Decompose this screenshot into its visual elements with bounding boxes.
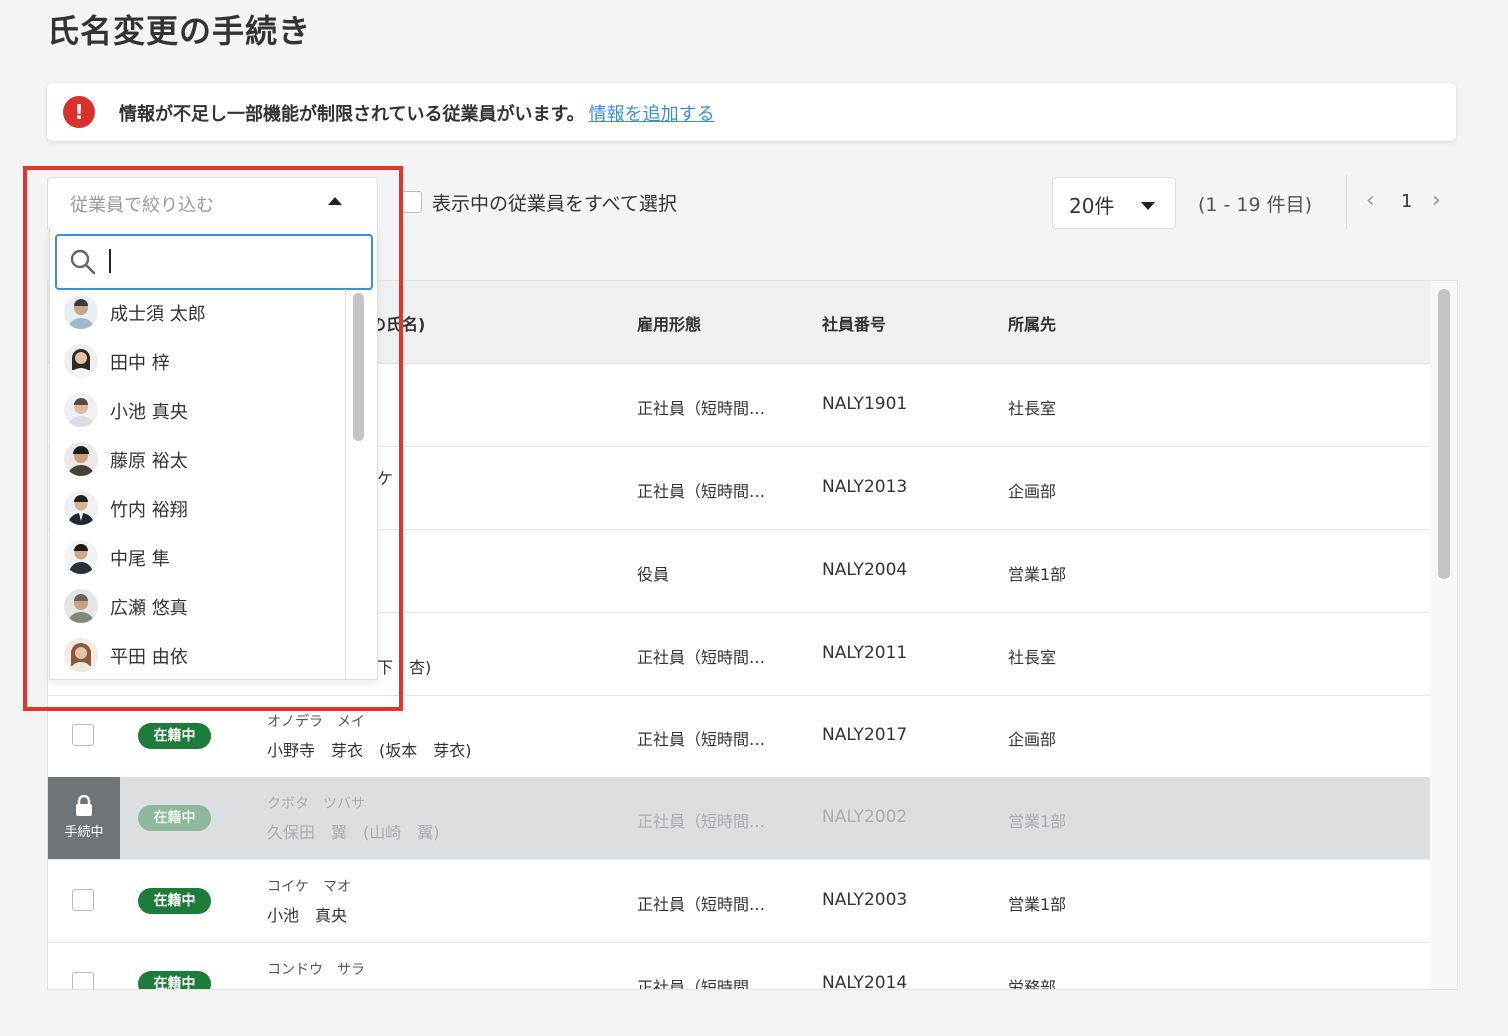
department: 企画部: [1008, 482, 1057, 501]
employee-id: NALY2013: [822, 477, 908, 497]
add-info-link[interactable]: 情報を追加する: [589, 104, 715, 125]
employee-kana: オノデラ メイ: [267, 714, 365, 730]
header-employment[interactable]: 雇用形態: [637, 311, 701, 335]
employee-id: NALY2002: [822, 807, 908, 827]
department: 営業1部: [1008, 565, 1067, 584]
department: 企画部: [1008, 730, 1057, 749]
employee-id: NALY1901: [822, 394, 908, 414]
caret-down-icon: [1141, 202, 1155, 210]
department: 社長室: [1008, 648, 1057, 667]
highlight-box: [23, 166, 403, 711]
row-checkbox[interactable]: [72, 889, 94, 911]
lock-label: 手続中: [64, 825, 104, 840]
status-badge: 在籍中: [138, 805, 211, 831]
employee-name[interactable]: 久保田 翼 (山崎 翼): [267, 819, 440, 843]
employee-id: NALY2017: [822, 725, 908, 745]
select-all-checkbox[interactable]: [400, 191, 422, 213]
pager-divider: [1346, 175, 1347, 229]
table-row-locked[interactable]: 手続中 在籍中 クボタ ツバサ 久保田 翼 (山崎 翼) 正社員（短時間… NA…: [48, 777, 1430, 860]
table-row[interactable]: 在籍中 コイケ マオ 小池 真央 正社員（短時間… NALY2003 営業1部: [48, 860, 1430, 943]
employee-kana: コンドウ サラ: [267, 962, 365, 978]
header-employee-id[interactable]: 社員番号: [822, 311, 886, 335]
employment-type: 正社員（短時間…: [637, 978, 766, 990]
select-all-label[interactable]: 表示中の従業員をすべて選択: [432, 189, 677, 216]
department: 社長室: [1008, 399, 1057, 418]
lock-cell: 手続中: [48, 777, 120, 859]
employment-type: 正社員（短時間…: [637, 730, 766, 749]
department: 労務部: [1008, 978, 1057, 990]
per-page-value: 20件: [1069, 194, 1115, 218]
page-title: 氏名変更の手続き: [47, 12, 312, 50]
table-scrollbar-thumb[interactable]: [1438, 289, 1450, 579]
employee-name[interactable]: 小池 真央: [267, 902, 347, 926]
employment-type: 正社員（短時間…: [637, 399, 766, 418]
status-badge: 在籍中: [138, 971, 211, 989]
table-row[interactable]: 在籍中 コンドウ サラ 正社員（短時間… NALY2014 労務部: [48, 943, 1430, 990]
chevron-left-icon[interactable]: ‹: [1366, 188, 1375, 213]
employment-type: 正社員（短時間…: [637, 482, 766, 501]
employee-id: NALY2011: [822, 643, 908, 663]
employment-type: 正社員（短時間…: [637, 895, 766, 914]
department: 営業1部: [1008, 895, 1067, 914]
employment-type: 役員: [637, 565, 670, 584]
employee-id: NALY2003: [822, 890, 908, 910]
row-checkbox[interactable]: [72, 972, 94, 989]
alert-message: 情報が不足し一部機能が制限されている従業員がいます。 情報を追加する: [119, 100, 715, 126]
status-badge: 在籍中: [138, 888, 211, 914]
employee-id: NALY2004: [822, 560, 908, 580]
status-badge: 在籍中: [138, 723, 211, 749]
employee-id: NALY2014: [822, 973, 908, 990]
employee-kana: コイケ マオ: [267, 879, 351, 895]
chevron-right-icon[interactable]: ›: [1432, 188, 1441, 213]
per-page-select[interactable]: 20件: [1052, 177, 1176, 229]
employee-kana: クボタ ツバサ: [267, 796, 365, 812]
header-department[interactable]: 所属先: [1008, 311, 1056, 335]
exclamation-icon: !: [63, 96, 95, 128]
department: 営業1部: [1008, 812, 1067, 831]
alert-banner: ! 情報が不足し一部機能が制限されている従業員がいます。 情報を追加する: [47, 83, 1456, 141]
employment-type: 正社員（短時間…: [637, 648, 766, 667]
lock-icon: [76, 795, 92, 816]
employee-name[interactable]: 小野寺 芽衣 (坂本 芽衣): [267, 737, 472, 761]
row-checkbox[interactable]: [72, 724, 94, 746]
employment-type: 正社員（短時間…: [637, 812, 766, 831]
current-page[interactable]: 1: [1401, 191, 1412, 212]
result-range: (1 - 19 件目): [1198, 194, 1313, 216]
alert-text: 情報が不足し一部機能が制限されている従業員がいます。: [119, 104, 585, 125]
